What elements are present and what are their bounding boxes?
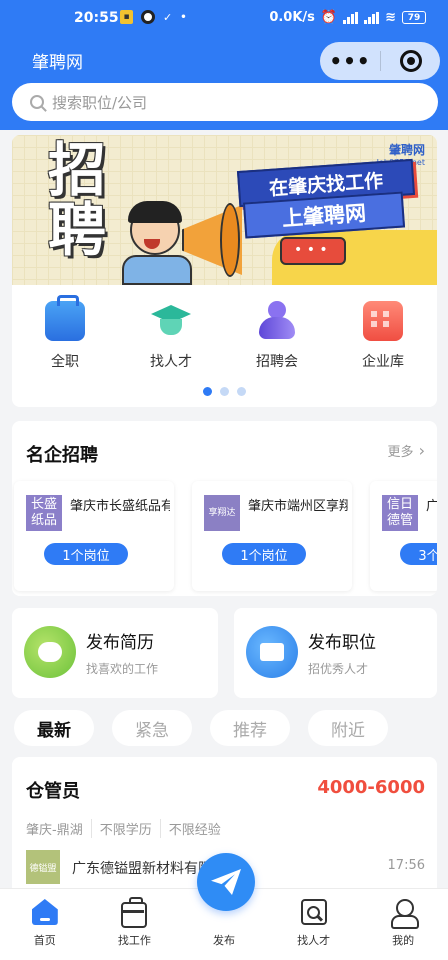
famous-companies-section: 名企招聘 更多 长盛纸品 肇庆市长盛纸品有限公司 1个岗位 享翔达 肇庆市端州区… bbox=[12, 421, 437, 596]
tabbar-label: 我的 bbox=[392, 934, 415, 947]
close-circle-icon bbox=[399, 50, 422, 72]
banner-card: 招聘 肇聘网 Job0758.net 在肇庆找工作 上肇聘网 全职 找人才 招聘… bbox=[12, 135, 437, 407]
job-tag-education: 不限学历 bbox=[90, 819, 152, 838]
alarm-icon: ⏰ bbox=[320, 10, 338, 25]
tabbar-find-talent[interactable]: 找人才 bbox=[269, 889, 359, 960]
job-time: 17:56 bbox=[387, 858, 425, 873]
company-card[interactable]: 长盛纸品 肇庆市长盛纸品有限公司 1个岗位 bbox=[14, 481, 174, 591]
tab-latest[interactable]: 最新 bbox=[14, 710, 94, 746]
publish-resume-card[interactable]: 发布简历 找喜欢的工作 bbox=[12, 608, 218, 698]
signal-icon bbox=[343, 11, 359, 24]
job-tag-experience: 不限经验 bbox=[159, 819, 221, 838]
paper-plane-icon bbox=[211, 869, 241, 895]
home-icon bbox=[31, 899, 58, 925]
signal2-icon bbox=[364, 11, 380, 24]
user-icon bbox=[390, 899, 420, 929]
tab-nearby[interactable]: 附近 bbox=[308, 710, 388, 746]
banner-image[interactable]: 招聘 肇聘网 Job0758.net 在肇庆找工作 上肇聘网 bbox=[12, 135, 437, 285]
graduation-cap-icon bbox=[151, 301, 191, 341]
wifi-icon: ≋ bbox=[385, 10, 396, 25]
publish-subtitle: 找喜欢的工作 bbox=[86, 662, 159, 676]
search-placeholder: 搜索职位/公司 bbox=[52, 93, 148, 112]
search-document-icon bbox=[300, 899, 327, 925]
resume-icon bbox=[24, 626, 76, 678]
category-job-fair[interactable]: 招聘会 bbox=[224, 295, 330, 375]
company-card[interactable]: 信日德管 广东信日德管 3个岗位 bbox=[370, 481, 437, 591]
company-logo: 信日德管 bbox=[382, 495, 418, 531]
carousel-dot-active[interactable] bbox=[203, 387, 212, 396]
briefcase-icon bbox=[45, 295, 85, 341]
banner-big-text: 招聘 bbox=[48, 136, 107, 264]
company-logo: 享翔达 bbox=[204, 495, 240, 531]
company-logo: 长盛纸品 bbox=[26, 495, 62, 531]
company-logo: 德镒盟 bbox=[26, 850, 60, 884]
category-label: 找人才 bbox=[150, 354, 192, 370]
company-jobs-button[interactable]: 1个岗位 bbox=[222, 543, 306, 565]
publish-subtitle: 招优秀人才 bbox=[308, 662, 369, 676]
carousel-dot[interactable] bbox=[220, 387, 229, 396]
category-fulltime[interactable]: 全职 bbox=[12, 295, 118, 375]
company-name: 广东信日德管 bbox=[426, 499, 437, 514]
tabbar-label: 首页 bbox=[33, 934, 56, 947]
job-title: 仓管员 bbox=[26, 781, 80, 802]
section-title: 名企招聘 bbox=[26, 445, 98, 466]
tabbar-label: 发布 bbox=[212, 934, 235, 947]
status-time: 20:55 bbox=[74, 10, 119, 26]
publish-fab-button[interactable] bbox=[197, 853, 255, 911]
tab-urgent[interactable]: 紧急 bbox=[112, 710, 192, 746]
app-notification-icon bbox=[141, 10, 155, 24]
status-notification-icons: ▪ ✓ • bbox=[120, 10, 187, 24]
briefcase-icon bbox=[121, 897, 148, 928]
status-bar: 20:55 ▪ ✓ • 0.0K/s ⏰ ≋ 79 bbox=[0, 0, 448, 38]
tabbar-home[interactable]: 首页 bbox=[0, 889, 90, 960]
wechat-notification-icon: ✓ bbox=[163, 10, 173, 24]
network-speed: 0.0K/s bbox=[269, 10, 315, 25]
company-name: 肇庆市端州区享翔达 bbox=[248, 499, 348, 514]
cartoon-person-icon bbox=[122, 201, 192, 285]
job-tags: 肇庆-鼎湖 不限学历 不限经验 bbox=[26, 819, 221, 838]
notification-badge-icon: ▪ bbox=[120, 10, 133, 24]
folder-icon bbox=[246, 626, 298, 678]
search-input[interactable]: 搜索职位/公司 bbox=[12, 83, 438, 121]
battery-icon: 79 bbox=[402, 11, 426, 24]
close-button[interactable] bbox=[381, 50, 440, 72]
company-name: 肇庆市长盛纸品有限公司 bbox=[70, 499, 170, 514]
speech-bubble-icon bbox=[280, 237, 346, 265]
status-right: 0.0K/s ⏰ ≋ 79 bbox=[269, 10, 426, 25]
tabbar-label: 找工作 bbox=[117, 934, 151, 947]
category-find-talent[interactable]: 找人才 bbox=[118, 295, 224, 375]
tabbar-mine[interactable]: 我的 bbox=[358, 889, 448, 960]
more-menu-button[interactable]: ••• bbox=[320, 42, 380, 80]
building-icon bbox=[363, 301, 403, 341]
category-company-library[interactable]: 企业库 bbox=[330, 295, 436, 375]
company-card[interactable]: 享翔达 肇庆市端州区享翔达 1个岗位 bbox=[192, 481, 352, 591]
publish-title: 发布职位 bbox=[308, 633, 376, 653]
carousel-dot[interactable] bbox=[237, 387, 246, 396]
group-icon bbox=[257, 301, 297, 341]
category-label: 企业库 bbox=[362, 354, 404, 370]
publish-job-card[interactable]: 发布职位 招优秀人才 bbox=[234, 608, 437, 698]
search-icon bbox=[30, 95, 44, 109]
dot-icon: • bbox=[180, 11, 187, 23]
tab-recommended[interactable]: 推荐 bbox=[210, 710, 290, 746]
publish-title: 发布简历 bbox=[86, 633, 154, 653]
carousel-indicator bbox=[12, 387, 437, 396]
category-grid: 全职 找人才 招聘会 企业库 bbox=[12, 295, 437, 375]
mini-program-capsule: ••• bbox=[320, 42, 440, 80]
app-title: 肇聘网 bbox=[32, 53, 83, 72]
tabbar-find-job[interactable]: 找工作 bbox=[90, 889, 180, 960]
category-label: 全职 bbox=[51, 354, 79, 370]
job-tag-location: 肇庆-鼎湖 bbox=[26, 823, 83, 838]
more-link[interactable]: 更多 bbox=[388, 441, 426, 460]
tabbar-label: 找人才 bbox=[297, 934, 331, 947]
category-label: 招聘会 bbox=[256, 354, 298, 370]
job-salary: 4000-6000 bbox=[317, 777, 425, 798]
banner-logo-text: 肇聘网 bbox=[388, 143, 425, 157]
filter-tabs: 最新 紧急 推荐 附近 bbox=[14, 710, 388, 746]
company-jobs-button[interactable]: 3个岗位 bbox=[400, 543, 437, 565]
company-jobs-button[interactable]: 1个岗位 bbox=[44, 543, 128, 565]
